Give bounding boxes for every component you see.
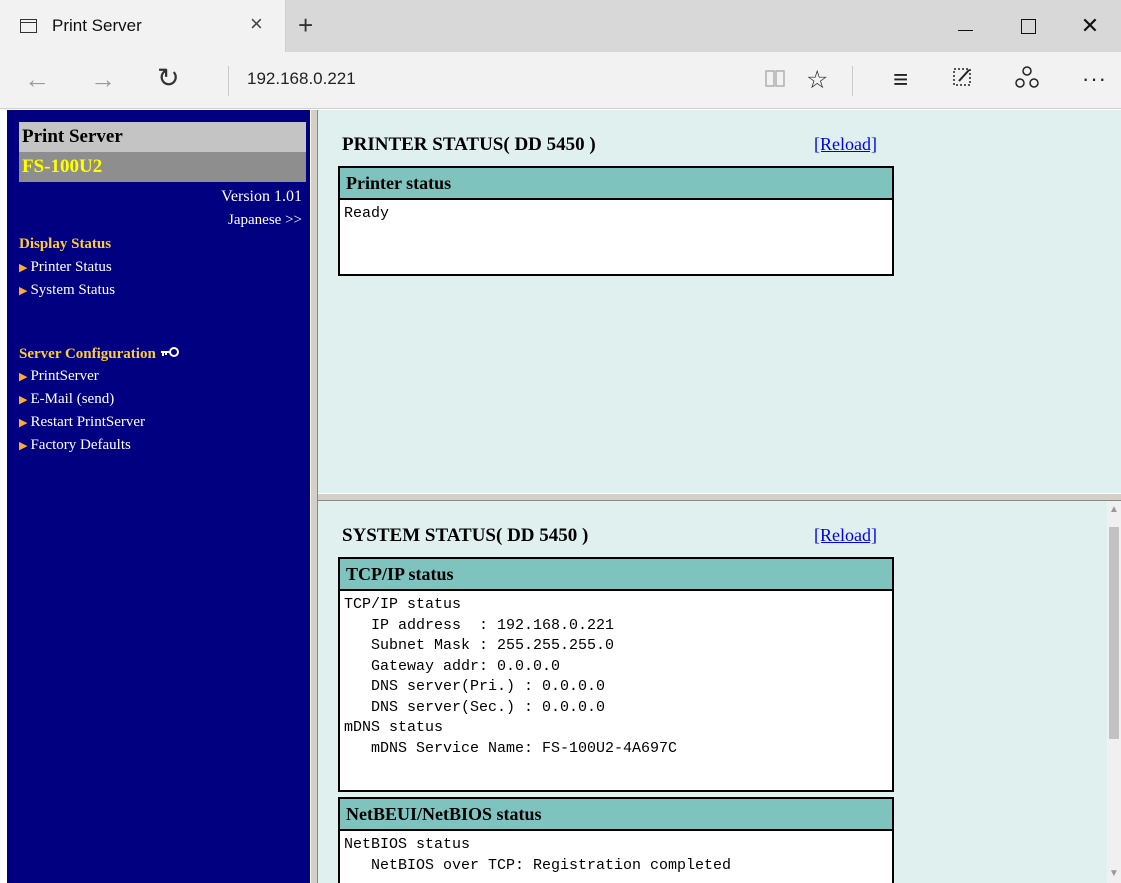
more-icon[interactable]: ··· [1082, 64, 1107, 94]
hub-icon[interactable]: ≡ [893, 64, 908, 94]
system-frame-scrollbar[interactable]: ▲ ▼ [1107, 501, 1121, 883]
close-window-button[interactable]: ✕ [1062, 0, 1118, 52]
share-icon[interactable] [1014, 64, 1040, 96]
arrow-icon: ▶ [19, 440, 28, 452]
scroll-down-icon[interactable]: ▼ [1108, 865, 1120, 883]
printer-status-title: PRINTER STATUS( DD 5450 ) [342, 134, 596, 155]
arrow-icon: ▶ [19, 285, 28, 297]
language-link[interactable]: Japanese >> [228, 212, 302, 229]
display-status-heading: Display Status [19, 236, 112, 252]
title-bar: Print Server × + ✕ [0, 0, 1121, 52]
sidebar-item-label: PrintServer [30, 368, 99, 384]
tcpip-status-header: TCP/IP status [340, 559, 892, 591]
scroll-thumb[interactable] [1109, 527, 1119, 739]
tcpip-status-box: TCP/IP status TCP/IP status IP address :… [338, 557, 894, 792]
maximize-button[interactable] [1000, 0, 1056, 52]
version-label: Version 1.01 [221, 188, 302, 205]
netbeui-status-body: NetBIOS status NetBIOS over TCP: Registr… [344, 836, 732, 874]
navigation-bar: ← → ↻ 192.168.0.221 ☆ ≡ ··· [0, 52, 1121, 109]
sidebar-item-printserver[interactable]: ▶ PrintServer [19, 368, 99, 385]
favorite-star-icon[interactable]: ☆ [806, 65, 828, 95]
refresh-icon[interactable]: ↻ [157, 63, 180, 93]
sidebar-item-email-send[interactable]: ▶ E-Mail (send) [19, 391, 114, 408]
sidebar-item-label: Restart PrintServer [30, 414, 146, 430]
tab-title: Print Server [52, 16, 142, 35]
tab-close-icon[interactable]: × [250, 11, 263, 37]
forward-icon[interactable]: → [90, 64, 116, 94]
sidebar-item-label: E-Mail (send) [30, 391, 115, 407]
arrow-icon: ▶ [19, 394, 28, 406]
netbeui-status-header: NetBEUI/NetBIOS status [340, 799, 892, 831]
vertical-frame-splitter[interactable] [310, 110, 318, 883]
printer-status-frame: PRINTER STATUS( DD 5450 ) [Reload] Print… [318, 110, 1121, 493]
sidebar-item-system-status[interactable]: ▶ System Status [19, 282, 115, 299]
arrow-icon: ▶ [19, 371, 28, 383]
netbeui-status-box: NetBEUI/NetBIOS status NetBIOS status Ne… [338, 797, 894, 883]
key-icon [160, 345, 180, 363]
sidebar: Print Server FS-100U2 Version 1.01 Japan… [7, 110, 310, 883]
sidebar-model: FS-100U2 [19, 152, 306, 182]
nav-divider [228, 66, 229, 96]
printer-status-body: Ready [344, 205, 390, 222]
page-content: Print Server FS-100U2 Version 1.01 Japan… [0, 110, 1121, 883]
sidebar-item-label: System Status [30, 282, 116, 298]
printer-status-header: Printer status [340, 168, 892, 200]
printer-reload-link[interactable]: [Reload] [814, 134, 877, 155]
sidebar-title: Print Server [19, 122, 306, 152]
arrow-icon: ▶ [19, 417, 28, 429]
sidebar-item-label: Factory Defaults [30, 437, 131, 453]
system-status-frame: SYSTEM STATUS( DD 5450 ) [Reload] TCP/IP… [318, 501, 1121, 883]
system-reload-link[interactable]: [Reload] [814, 525, 877, 546]
sidebar-item-factory-defaults[interactable]: ▶ Factory Defaults [19, 437, 131, 454]
reading-view-icon[interactable] [764, 67, 786, 97]
horizontal-frame-splitter[interactable] [318, 493, 1121, 501]
sidebar-item-restart[interactable]: ▶ Restart PrintServer [19, 414, 145, 431]
sidebar-item-label: Printer Status [30, 259, 112, 275]
browser-tab[interactable]: Print Server × [0, 0, 286, 52]
scroll-up-icon[interactable]: ▲ [1108, 501, 1120, 519]
toolbar-divider [852, 66, 853, 96]
arrow-icon: ▶ [19, 262, 28, 274]
address-bar[interactable]: 192.168.0.221 [247, 69, 356, 89]
back-icon[interactable]: ← [24, 64, 50, 94]
system-status-title: SYSTEM STATUS( DD 5450 ) [342, 525, 589, 546]
server-config-label: Server Configuration [19, 346, 156, 362]
web-note-icon[interactable] [951, 65, 975, 97]
server-config-heading: Server Configuration [19, 345, 180, 363]
sidebar-item-printer-status[interactable]: ▶ Printer Status [19, 259, 112, 276]
printer-status-box: Printer status Ready [338, 166, 894, 276]
tab-page-icon [20, 19, 37, 33]
tcpip-status-body: TCP/IP status IP address : 192.168.0.221… [344, 596, 678, 757]
new-tab-button[interactable]: + [298, 10, 313, 40]
minimize-button[interactable] [938, 0, 994, 52]
